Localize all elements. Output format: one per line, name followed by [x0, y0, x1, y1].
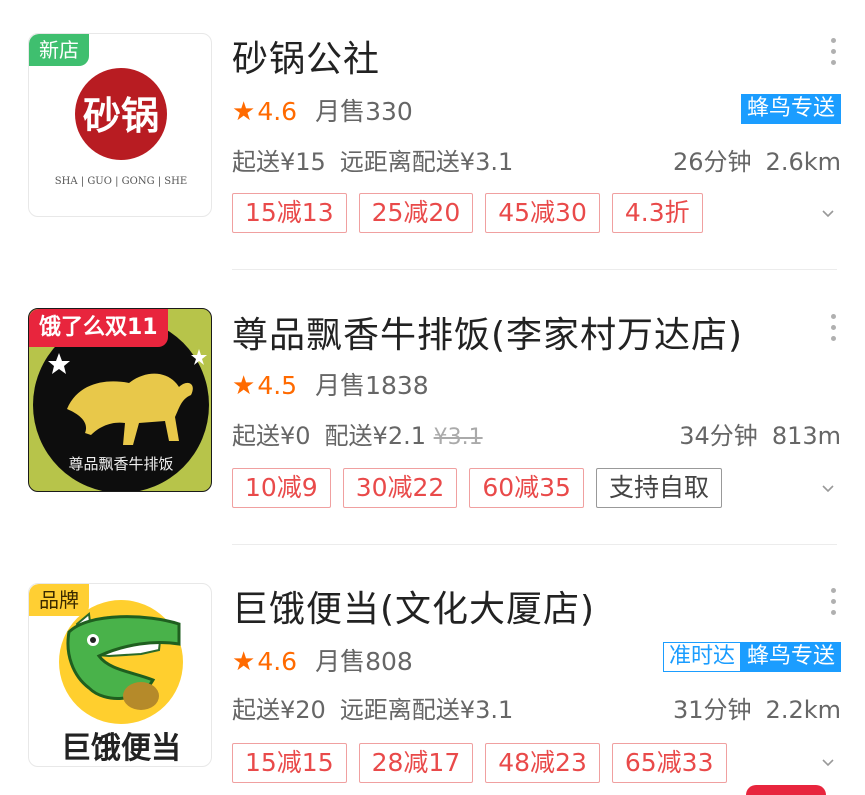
- promo-tag: 25减20: [358, 193, 474, 233]
- promo-list: 15减15 28减17 48减23 65减33: [232, 743, 727, 783]
- min-order: 起送¥20: [232, 696, 326, 724]
- original-delivery-fee: ¥3.1: [433, 425, 483, 450]
- rating-row: ★4.5 月售1838: [232, 366, 429, 402]
- store-name[interactable]: 砂锅公社: [232, 30, 380, 82]
- svg-text:尊品飘香牛排饭: 尊品飘香牛排饭: [68, 455, 173, 473]
- promo-tag: 65减33: [611, 743, 727, 783]
- delivery-fee: 远距离配送¥3.1: [339, 696, 514, 724]
- store-logo: 砂锅 SHA | GUO | GONG | SHE 新店: [28, 33, 212, 217]
- rating-score: 4.5: [257, 371, 298, 400]
- promo-tag: 15减13: [232, 193, 347, 233]
- star-icon: ★: [232, 647, 256, 677]
- more-vertical-icon[interactable]: [829, 588, 837, 621]
- promo-tag: 15减15: [232, 743, 347, 783]
- rating-row: ★4.6 月售808: [232, 642, 413, 678]
- delivery-time: 26分钟: [673, 148, 752, 176]
- brand-tag: 品牌: [29, 584, 89, 616]
- svg-text:砂锅: 砂锅: [83, 93, 159, 138]
- promo-tag: 28减17: [358, 743, 474, 783]
- floating-cart-edge[interactable]: [746, 785, 826, 795]
- rating-score: 4.6: [257, 97, 298, 126]
- svg-text:巨饿便当: 巨饿便当: [61, 731, 181, 766]
- on-time-badge: 准时达: [662, 642, 741, 672]
- double11-tag: 饿了么双11: [29, 309, 168, 347]
- promo-tag: 30减22: [342, 468, 458, 508]
- promo-tag: 45减30: [485, 193, 600, 233]
- fengniao-badge: 蜂鸟专送: [740, 642, 841, 672]
- delivery-badges: 准时达 蜂鸟专送: [662, 642, 841, 672]
- rating-row: ★4.6 月售330: [232, 92, 413, 128]
- delivery-badges: 蜂鸟专送: [740, 94, 841, 124]
- min-order: 起送¥0: [232, 422, 311, 450]
- svg-text:SHA | GUO | GONG | SHE: SHA | GUO | GONG | SHE: [55, 176, 187, 187]
- delivery-info: 起送¥20 远距离配送¥3.1 31分钟 2.2km: [232, 690, 841, 725]
- store-name[interactable]: 巨饿便当(文化大厦店): [232, 580, 595, 632]
- rating-score: 4.6: [257, 647, 298, 676]
- fengniao-badge: 蜂鸟专送: [740, 94, 841, 124]
- min-order: 起送¥15: [232, 148, 326, 176]
- chevron-down-icon[interactable]: [821, 482, 835, 496]
- delivery-info: 起送¥0 配送¥2.1 ¥3.1 34分钟 813m: [232, 416, 841, 451]
- distance: 813m: [771, 422, 841, 450]
- promo-tag: 48减23: [485, 743, 600, 783]
- star-icon: ★: [232, 371, 256, 401]
- divider: [232, 269, 837, 270]
- store-card-1[interactable]: 砂锅 SHA | GUO | GONG | SHE 新店 砂锅公社 ★4.6 月售…: [0, 0, 865, 270]
- chevron-down-icon[interactable]: [821, 207, 835, 221]
- more-vertical-icon[interactable]: [829, 314, 837, 347]
- store-name[interactable]: 尊品飘香牛排饭(李家村万达店): [232, 306, 743, 358]
- delivery-time: 34分钟: [679, 422, 758, 450]
- delivery-info: 起送¥15 远距离配送¥3.1 26分钟 2.6km: [232, 142, 841, 177]
- more-vertical-icon[interactable]: [829, 38, 837, 71]
- promo-tag: 10减9: [232, 468, 331, 508]
- divider: [232, 544, 837, 545]
- promo-tag: 4.3折: [611, 193, 703, 233]
- chevron-down-icon[interactable]: [821, 756, 835, 770]
- delivery-time: 31分钟: [673, 696, 752, 724]
- distance: 2.2km: [765, 696, 841, 724]
- store-logo: 巨饿便当 品牌: [28, 583, 212, 767]
- store-logo: 尊品飘香牛排饭 饿了么双11: [28, 308, 212, 492]
- monthly-sales: 月售1838: [315, 371, 429, 400]
- self-pickup-tag: 支持自取: [595, 468, 722, 508]
- delivery-fee: 配送¥2.1: [324, 422, 426, 450]
- delivery-fee: 远距离配送¥3.1: [339, 148, 514, 176]
- monthly-sales: 月售808: [315, 647, 413, 676]
- distance: 2.6km: [765, 148, 841, 176]
- new-store-tag: 新店: [29, 34, 89, 66]
- promo-list: 10减9 30减22 60减35 支持自取: [232, 468, 722, 508]
- promo-list: 15减13 25减20 45减30 4.3折: [232, 193, 703, 233]
- promo-tag: 60减35: [469, 468, 584, 508]
- monthly-sales: 月售330: [315, 97, 413, 126]
- star-icon: ★: [232, 97, 256, 127]
